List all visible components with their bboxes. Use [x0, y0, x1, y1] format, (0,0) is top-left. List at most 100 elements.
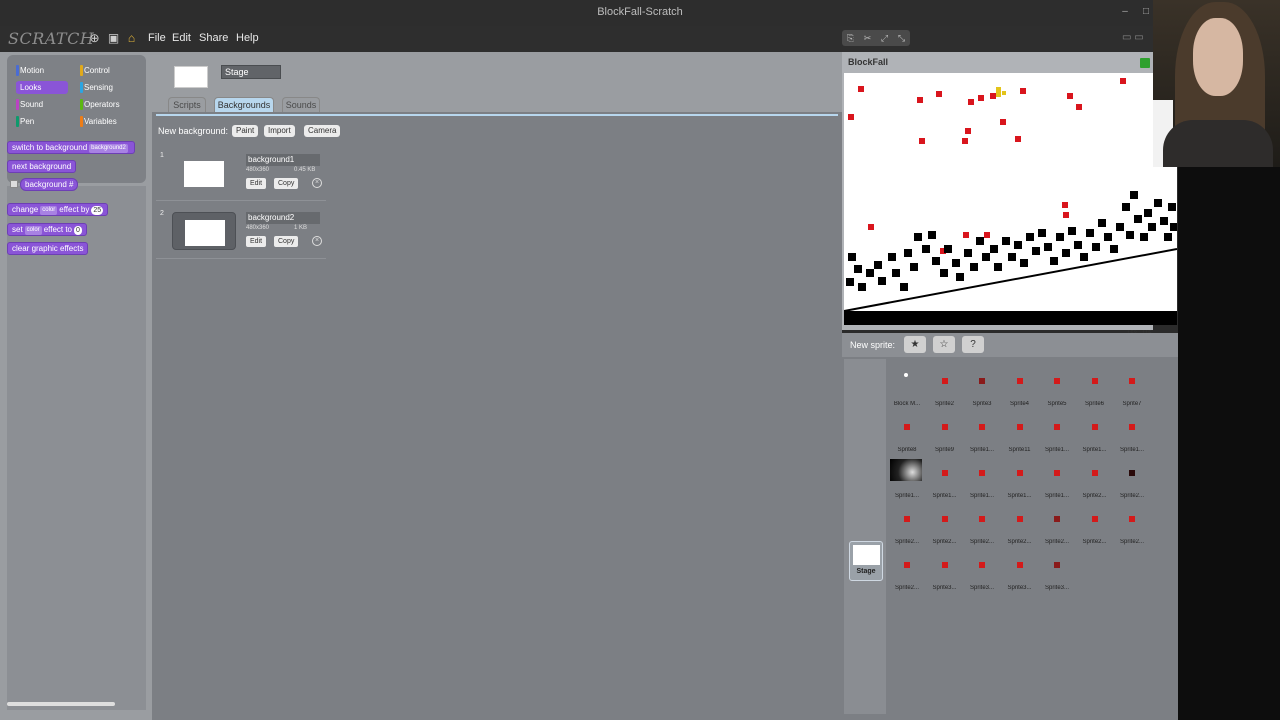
category-sound[interactable]: Sound	[16, 98, 68, 111]
surprise-sprite-icon[interactable]: ?	[962, 336, 984, 353]
sprite-tile[interactable]: Sprite1...	[1002, 455, 1038, 499]
sprite-tile[interactable]: Sprite2	[927, 363, 963, 407]
sprite-tile[interactable]: Sprite6	[1077, 363, 1113, 407]
sprite-tile[interactable]: Sprite1...	[964, 455, 1000, 499]
minimize-icon[interactable]: –	[1120, 7, 1130, 17]
sprite-tile[interactable]: Sprite8	[889, 409, 925, 453]
tab-sounds[interactable]: Sounds	[282, 97, 320, 112]
sprite-tile[interactable]: Sprite7	[1114, 363, 1150, 407]
sprite-tile[interactable]: Sprite2...	[964, 501, 1000, 545]
sprite-tile[interactable]: Sprite3...	[927, 547, 963, 591]
stage-tile[interactable]: Stage	[849, 541, 883, 581]
green-flag-icon[interactable]	[1140, 58, 1150, 68]
category-looks[interactable]: Looks	[16, 81, 68, 94]
sprite-tile[interactable]: Sprite3...	[964, 547, 1000, 591]
block-next-background[interactable]: next background	[7, 160, 77, 173]
toolbar-tools: ⎘ ✂ ⤢ ⤡	[842, 30, 910, 46]
copy-button[interactable]: Copy	[274, 178, 299, 189]
menu-edit[interactable]: Edit	[172, 32, 191, 44]
menu-share[interactable]: Share	[199, 32, 228, 44]
shrink-tool-icon[interactable]: ⤡	[893, 30, 910, 46]
category-operators[interactable]: Operators	[80, 98, 132, 111]
sprite-thumbnail	[904, 516, 910, 522]
sprite-tile[interactable]: Sprite3	[964, 363, 1000, 407]
edit-button[interactable]: Edit	[246, 236, 267, 247]
effect-value-input[interactable]: 0	[74, 226, 82, 235]
sprite-tile[interactable]: Sprite2...	[889, 547, 925, 591]
copy-button[interactable]: Copy	[274, 236, 299, 247]
project-title: BlockFall	[848, 57, 889, 67]
block-switch-to-background[interactable]: switch to background background2	[7, 141, 135, 154]
palette-scrollbar[interactable]	[7, 702, 115, 706]
sprite-label: Sprite1...	[1007, 493, 1032, 499]
sprite-tile[interactable]: Sprite1...	[1039, 455, 1075, 499]
category-motion[interactable]: Motion	[16, 64, 68, 77]
sprite-thumbnail	[904, 373, 908, 377]
sprite-tile[interactable]: Sprite2...	[1114, 501, 1150, 545]
sprite-tile[interactable]: Sprite2...	[1077, 455, 1113, 499]
sprite-label: Sprite1...	[894, 493, 919, 499]
paint-button[interactable]: Paint	[232, 125, 259, 137]
delete-costume-icon[interactable]: ×	[312, 236, 322, 246]
maximize-icon[interactable]: □	[1141, 7, 1151, 17]
menu-help[interactable]: Help	[236, 32, 259, 44]
background-dropdown[interactable]: background2	[89, 144, 128, 153]
effect-amount-input[interactable]: 25	[91, 206, 104, 215]
sprite-tile[interactable]: Sprite3...	[1039, 547, 1075, 591]
tab-backgrounds[interactable]: Backgrounds	[214, 97, 274, 112]
sprite-tile[interactable]: Sprite1...	[889, 455, 925, 499]
share-project-icon[interactable]: ⌂	[125, 32, 138, 45]
sprite-thumbnail	[941, 516, 948, 522]
sprite-tile[interactable]: Block M...	[889, 363, 925, 407]
sprite-tile[interactable]: Sprite1...	[1039, 409, 1075, 453]
background-number-checkbox[interactable]	[10, 180, 18, 188]
category-pen[interactable]: Pen	[16, 115, 68, 128]
costume-thumbnail-selected[interactable]	[172, 212, 236, 250]
edit-button[interactable]: Edit	[246, 178, 267, 189]
paint-sprite-icon[interactable]: ★	[904, 336, 926, 353]
category-control[interactable]: Control	[80, 64, 132, 77]
costume-thumbnail[interactable]	[172, 154, 236, 192]
sprite-tile[interactable]: Sprite2...	[1039, 501, 1075, 545]
sprite-tile[interactable]: Sprite2...	[927, 501, 963, 545]
sprite-tile[interactable]: Sprite1...	[1114, 409, 1150, 453]
delete-tool-icon[interactable]: ✂	[859, 30, 876, 46]
sprite-tile[interactable]: Sprite2...	[889, 501, 925, 545]
sprite-tile[interactable]: Sprite9	[927, 409, 963, 453]
delete-costume-icon[interactable]: ×	[312, 178, 322, 188]
sprite-tile[interactable]: Sprite5	[1039, 363, 1075, 407]
grow-tool-icon[interactable]: ⤢	[876, 30, 893, 46]
choose-sprite-icon[interactable]: ☆	[933, 336, 955, 353]
save-icon[interactable]: ▣	[107, 32, 120, 45]
sprite-tile[interactable]: Sprite1...	[1077, 409, 1113, 453]
block-change-effect[interactable]: change color effect by 25	[7, 203, 109, 216]
menu-file[interactable]: File	[148, 32, 166, 44]
category-variables[interactable]: Variables	[80, 115, 132, 128]
block-clear-graphic-effects[interactable]: clear graphic effects	[7, 242, 89, 255]
sprite-tile[interactable]: Sprite2...	[1077, 501, 1113, 545]
stage-size-toggle-icon[interactable]: ▭ ▭	[1122, 32, 1144, 43]
duplicate-tool-icon[interactable]: ⎘	[842, 30, 859, 46]
costume-name-field[interactable]: background1	[246, 154, 320, 166]
sprite-tile[interactable]: Sprite4	[1002, 363, 1038, 407]
effect-dropdown[interactable]: color	[24, 226, 42, 235]
tab-scripts[interactable]: Scripts	[168, 97, 206, 112]
costume-name-field[interactable]: background2	[246, 212, 320, 224]
stage-canvas[interactable]	[844, 73, 1177, 325]
sprite-tile[interactable]: Sprite1...	[927, 455, 963, 499]
sprite-label: Sprite2...	[969, 539, 994, 545]
category-label: Pen	[20, 117, 35, 126]
block-background-number[interactable]: background #	[20, 178, 79, 191]
sprite-name-field[interactable]: Stage	[221, 65, 281, 79]
language-globe-icon[interactable]: ⊕	[88, 32, 101, 45]
sprite-tile[interactable]: Sprite2...	[1114, 455, 1150, 499]
camera-button[interactable]: Camera	[304, 125, 341, 137]
sprite-tile[interactable]: Sprite3...	[1002, 547, 1038, 591]
sprite-tile[interactable]: Sprite11	[1002, 409, 1038, 453]
import-button[interactable]: Import	[264, 125, 295, 137]
category-sensing[interactable]: Sensing	[80, 81, 132, 94]
sprite-tile[interactable]: Sprite1...	[964, 409, 1000, 453]
sprite-tile[interactable]: Sprite2...	[1002, 501, 1038, 545]
block-set-effect[interactable]: set color effect to 0	[7, 223, 87, 236]
effect-dropdown[interactable]: color	[40, 206, 58, 215]
